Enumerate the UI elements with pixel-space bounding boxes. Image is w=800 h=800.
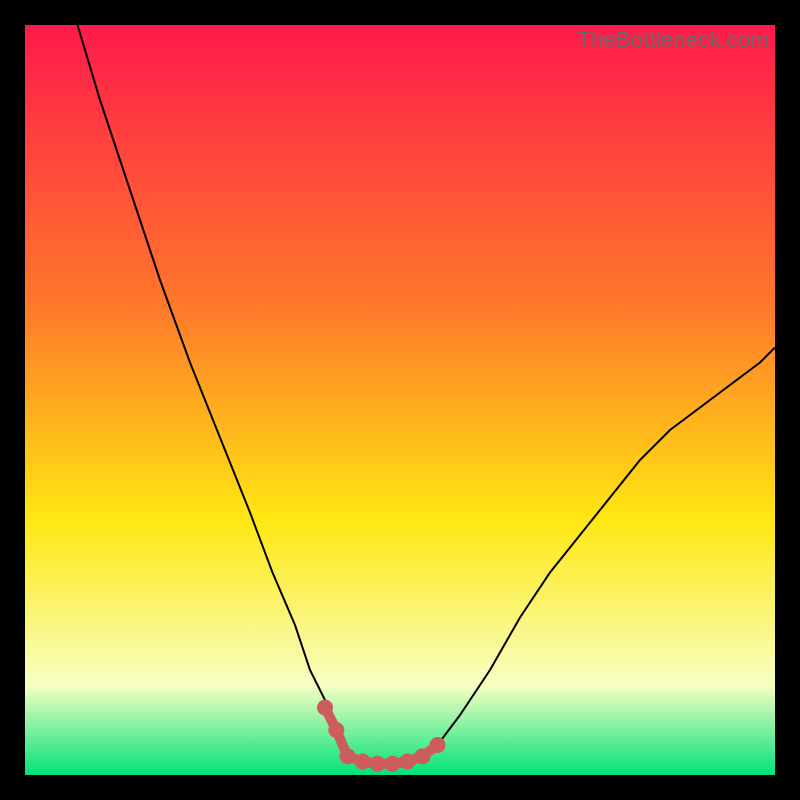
marker-dot <box>370 756 386 772</box>
marker-dot <box>355 754 371 770</box>
marker-dot <box>340 748 356 764</box>
marker-dot <box>328 722 344 738</box>
marker-dot <box>385 756 401 772</box>
plot-area: TheBottleneck.com <box>25 25 775 775</box>
marker-dot <box>430 737 446 753</box>
outer-frame: TheBottleneck.com <box>0 0 800 800</box>
marker-dot <box>317 700 333 716</box>
marker-dot <box>415 748 431 764</box>
bottleneck-chart <box>25 25 775 775</box>
marker-dot <box>400 754 416 770</box>
gradient-background <box>25 25 775 775</box>
